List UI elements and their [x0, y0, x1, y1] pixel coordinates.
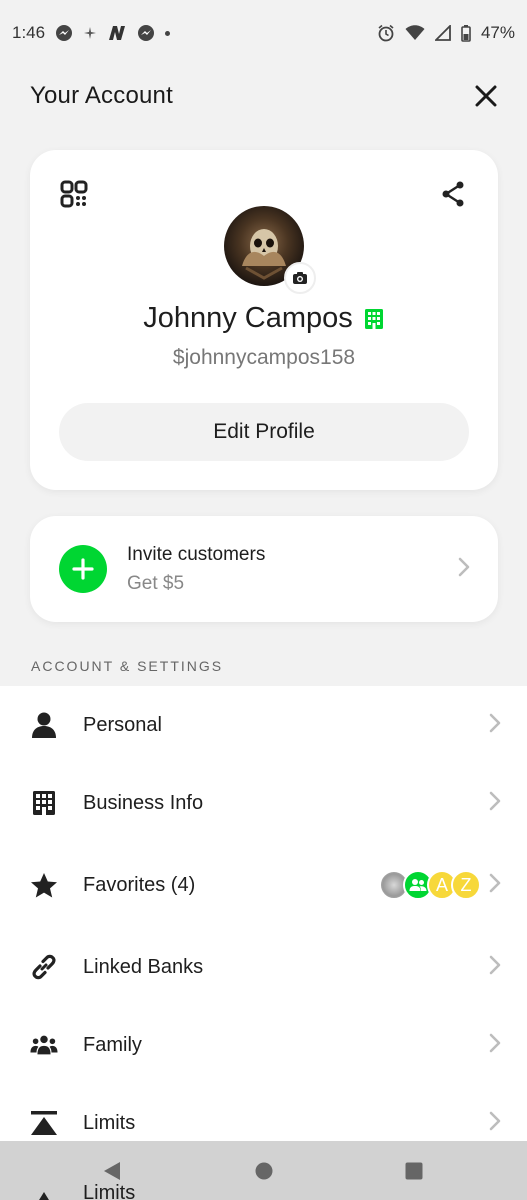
favorite-avatar: Z: [451, 870, 481, 900]
settings-item-favorites[interactable]: Favorites (4) A Z: [0, 846, 527, 924]
profile-name: Johnny Campos: [143, 302, 353, 334]
limits-icon: [30, 1109, 58, 1137]
link-icon: [30, 953, 58, 981]
star-icon: [30, 871, 58, 899]
header: Your Account: [0, 66, 527, 126]
plus-icon: [59, 545, 107, 593]
close-button[interactable]: [473, 83, 499, 109]
cashtag: $johnnycampos158: [172, 346, 356, 369]
group-icon: [409, 879, 427, 891]
family-icon: [30, 1031, 58, 1059]
settings-item-linked-banks[interactable]: Linked Banks: [0, 928, 527, 1006]
chevron-right-icon: [458, 557, 470, 582]
settings-item-label: Family: [83, 1033, 142, 1056]
wifi-icon: [405, 25, 425, 41]
settings-item-personal[interactable]: Personal: [0, 686, 527, 764]
messenger-icon: [55, 24, 73, 42]
back-triangle-icon: [104, 1162, 120, 1180]
battery-percent: 47%: [480, 23, 515, 42]
pinwheel-icon: [83, 26, 97, 40]
home-button[interactable]: [252, 1159, 276, 1183]
back-button[interactable]: [100, 1159, 124, 1183]
signal-icon: [434, 25, 451, 41]
peek-label: Limits: [83, 1184, 136, 1200]
invite-customers-card[interactable]: Invite customers Get $5: [30, 516, 498, 622]
settings-item-label: Favorites (4): [83, 873, 196, 896]
settings-item-label: Business Info: [83, 791, 204, 814]
settings-item-label: Linked Banks: [83, 955, 204, 978]
section-label: ACCOUNT & SETTINGS: [31, 658, 224, 674]
building-icon: [30, 789, 58, 817]
person-icon: [30, 711, 58, 739]
dot-icon: [165, 30, 171, 36]
qr-code-icon: [60, 180, 88, 208]
settings-item-business-info[interactable]: Business Info: [0, 764, 527, 842]
profile-card: Johnny Campos $johnnycampos158 Edit Prof…: [30, 150, 498, 490]
business-badge-icon: [364, 308, 383, 329]
settings-item-family[interactable]: Family: [0, 1006, 527, 1084]
page-title: Your Account: [30, 82, 173, 109]
recents-button[interactable]: [402, 1159, 426, 1183]
settings-item-label: Personal: [83, 713, 162, 736]
settings-list: Personal Business Info Favorites (4) A Z…: [0, 686, 527, 1146]
invite-title: Invite customers: [127, 544, 266, 565]
chevron-right-icon: [489, 873, 501, 898]
status-right: 47%: [377, 23, 515, 43]
alarm-icon: [377, 24, 395, 42]
chevron-right-icon: [489, 791, 501, 816]
status-left: 1:46: [12, 23, 171, 43]
n-app-icon: [107, 24, 127, 42]
settings-item-label: Limits: [83, 1111, 136, 1134]
battery-icon: [461, 24, 471, 42]
camera-icon: [293, 272, 307, 284]
status-time: 1:46: [12, 23, 46, 42]
status-bar: 1:46 47%: [0, 0, 527, 66]
invite-subtitle: Get $5: [127, 573, 185, 594]
change-photo-button[interactable]: [284, 262, 316, 294]
share-icon: [442, 181, 464, 207]
recents-square-icon: [405, 1162, 423, 1180]
share-button[interactable]: [440, 180, 468, 208]
avatar-container[interactable]: [224, 206, 316, 294]
favorites-avatars: A Z: [379, 870, 481, 900]
chevron-right-icon: [489, 713, 501, 738]
close-icon: [475, 85, 497, 107]
peeking-list-item: Limits: [30, 1184, 230, 1200]
edit-profile-button[interactable]: Edit Profile: [59, 403, 469, 461]
chevron-right-icon: [489, 1033, 501, 1058]
qr-code-button[interactable]: [60, 180, 88, 208]
limits-icon: [30, 1188, 58, 1200]
profile-name-row: Johnny Campos: [30, 302, 498, 335]
messenger-icon: [137, 24, 155, 42]
home-circle-icon: [255, 1162, 273, 1180]
chevron-right-icon: [489, 1111, 501, 1136]
chevron-right-icon: [489, 955, 501, 980]
